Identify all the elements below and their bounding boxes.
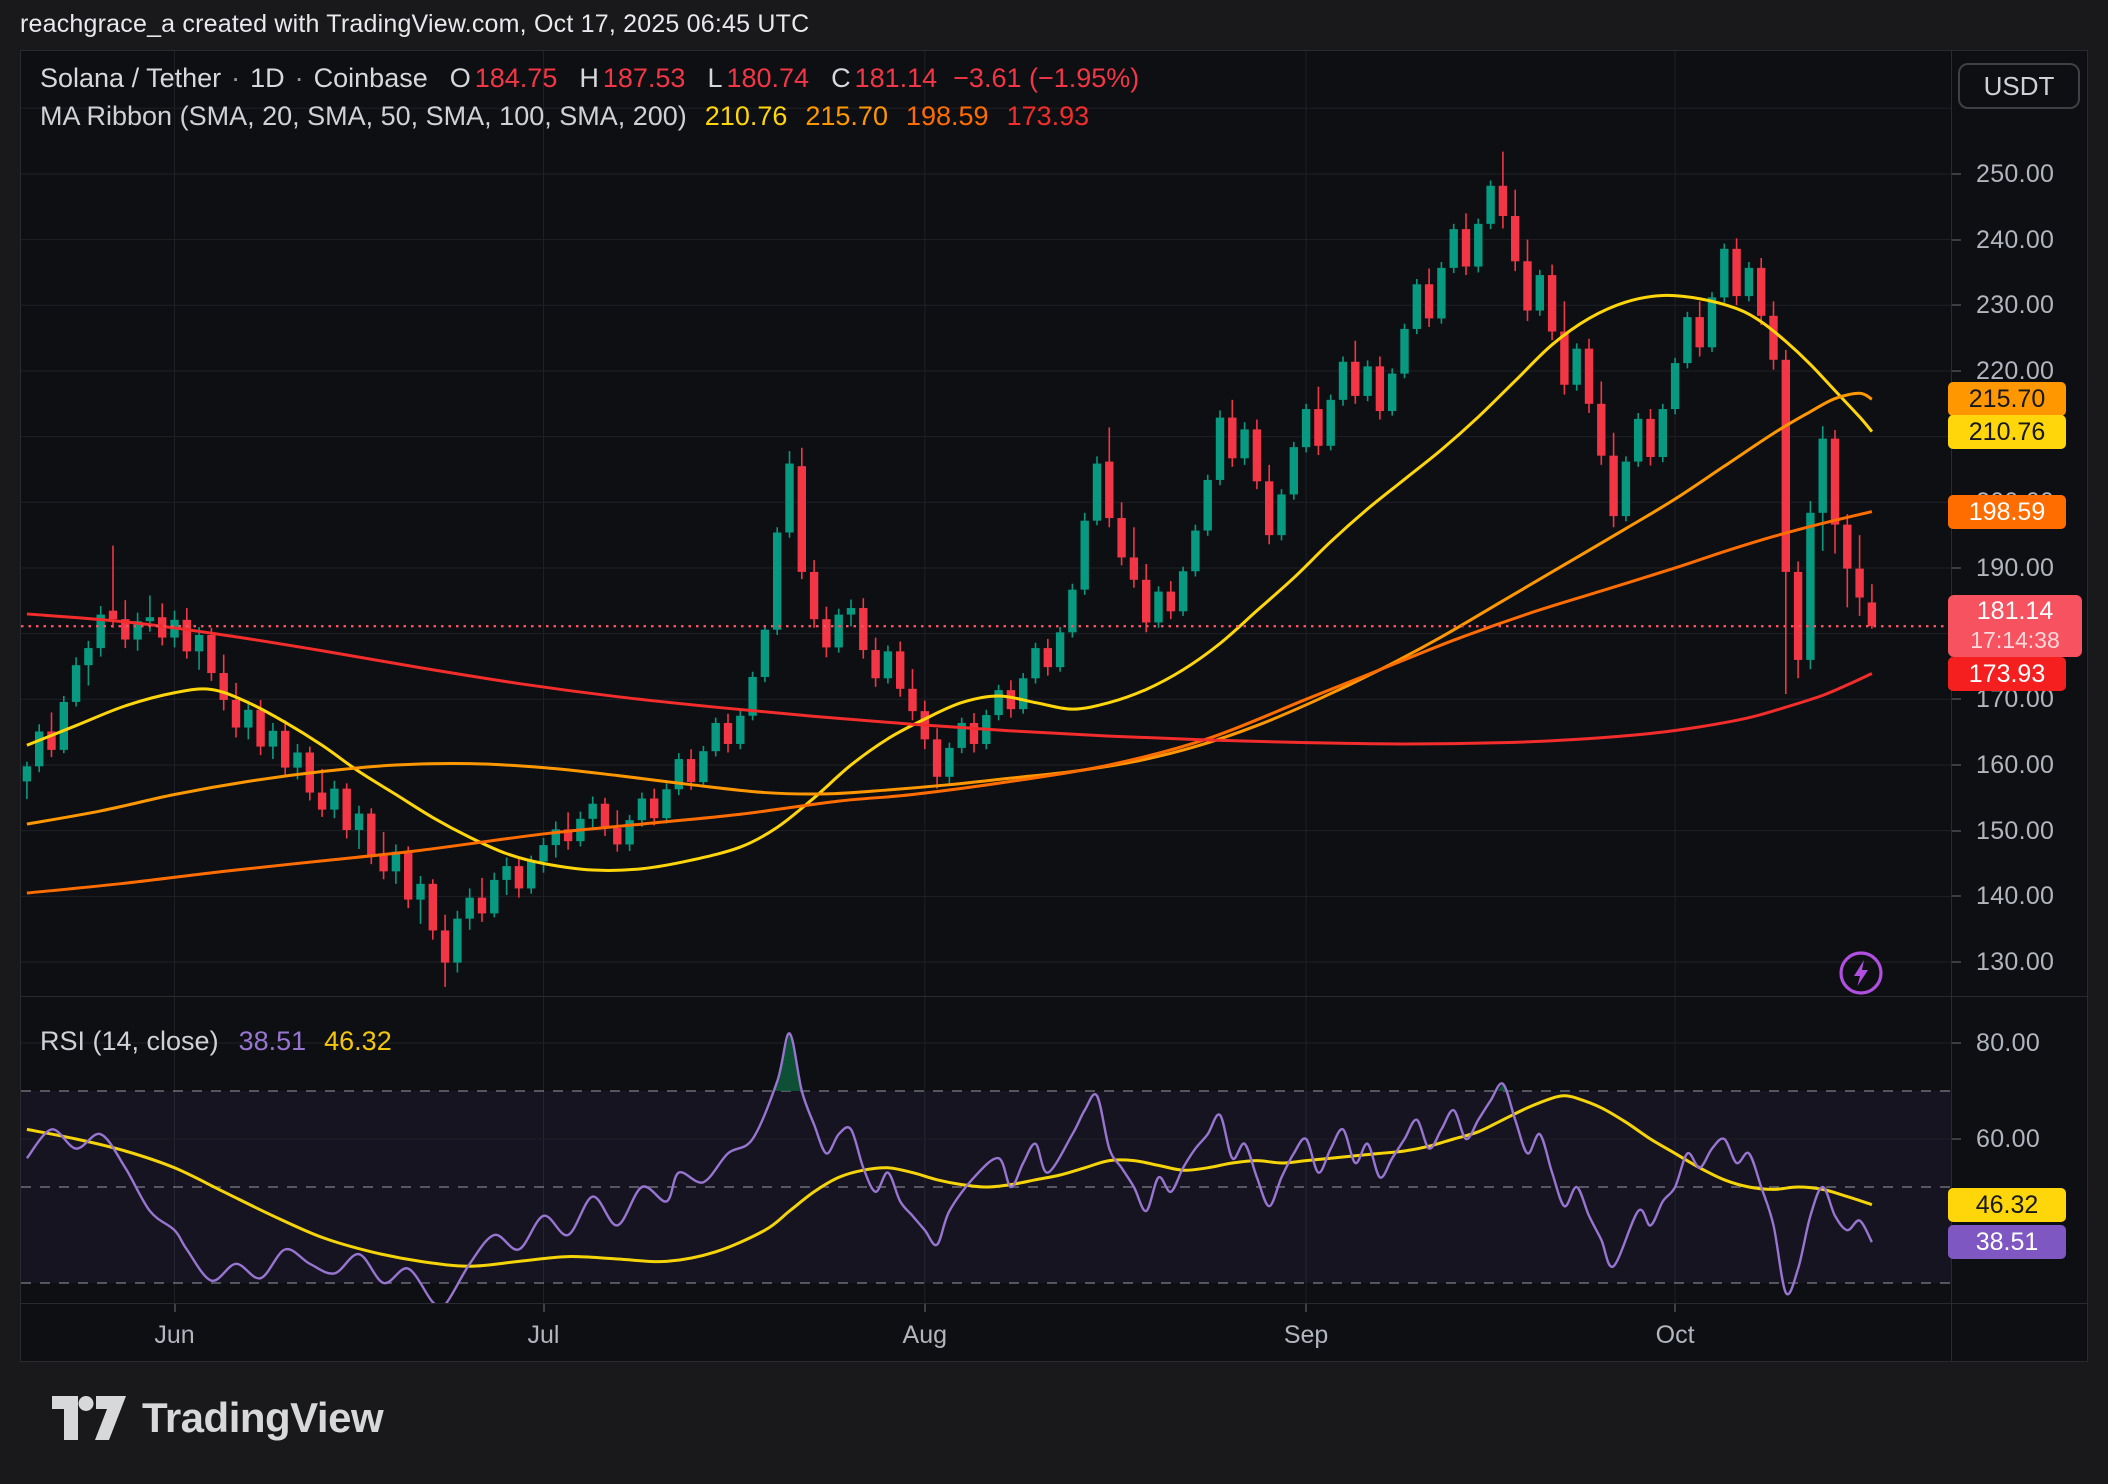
price-scale-label: 130.00 — [1976, 947, 2054, 977]
current-price-badge: 181.1417:14:38 — [1948, 595, 2082, 657]
sma200-value: 173.93 — [1007, 101, 1090, 132]
scale-tick — [1952, 239, 1961, 241]
exchange-label[interactable]: Coinbase — [314, 63, 428, 94]
scale-tick — [1952, 895, 1961, 897]
time-tick — [543, 1303, 545, 1312]
ohlc-open: O184.75 — [450, 63, 558, 94]
sma50-badge: 215.70 — [1948, 382, 2066, 416]
ohlc-low: L180.74 — [707, 63, 809, 94]
open-value: 184.75 — [475, 63, 558, 93]
scale-tick — [1952, 370, 1961, 372]
scale-tick — [1952, 1138, 1961, 1140]
rsi-ma-badge: 46.32 — [1948, 1188, 2066, 1222]
tradingview-logo[interactable]: TradingView — [52, 1390, 383, 1446]
brand-name: TradingView — [142, 1394, 383, 1442]
bar-countdown: 17:14:38 — [1948, 627, 2082, 653]
time-axis-label: Aug — [880, 1319, 970, 1351]
ohlc-high: H187.53 — [579, 63, 685, 94]
currency-unit-button[interactable]: USDT — [1958, 63, 2080, 109]
sma50-value: 215.70 — [805, 101, 888, 132]
tradingview-mark-icon — [52, 1396, 126, 1440]
scale-tick — [1952, 173, 1961, 175]
pane-divider[interactable] — [21, 996, 2087, 997]
attribution-text: reachgrace_a created with TradingView.co… — [20, 8, 809, 40]
price-scale-label: 150.00 — [1976, 816, 2054, 846]
time-axis-divider — [21, 1303, 2087, 1304]
sma100-badge: 198.59 — [1948, 495, 2066, 529]
sma200-badge: 173.93 — [1948, 657, 2066, 691]
current-price-value: 181.14 — [1948, 595, 2082, 627]
low-label: L — [707, 63, 722, 93]
price-scale-label: 190.00 — [1976, 553, 2054, 583]
time-tick — [1305, 1303, 1307, 1312]
scale-tick — [1952, 1042, 1961, 1044]
close-value: 181.14 — [855, 63, 938, 93]
high-value: 187.53 — [603, 63, 686, 93]
time-tick — [924, 1303, 926, 1312]
rsi-label[interactable]: RSI (14, close) — [40, 1026, 219, 1057]
scale-tick — [1952, 698, 1961, 700]
price-scale-label: 240.00 — [1976, 225, 2054, 255]
time-tick — [174, 1303, 176, 1312]
sma20-value: 210.76 — [705, 101, 788, 132]
scale-tick — [1952, 961, 1961, 963]
tradingview-share-screenshot: reachgrace_a created with TradingView.co… — [0, 0, 2108, 1484]
high-label: H — [579, 63, 599, 93]
ohlc-close: C181.14 — [831, 63, 937, 94]
ma-ribbon-legend: MA Ribbon (SMA, 20, SMA, 50, SMA, 100, S… — [40, 98, 1089, 134]
price-scale-label: 160.00 — [1976, 750, 2054, 780]
price-scale-label: 230.00 — [1976, 290, 2054, 320]
chart-frame: Solana / Tether · 1D · Coinbase O184.75 … — [20, 50, 2088, 1362]
price-scale-label: 250.00 — [1976, 159, 2054, 189]
lightning-boost-icon[interactable] — [1837, 949, 1885, 997]
rsi-legend: RSI (14, close) 38.51 46.32 — [40, 1024, 392, 1058]
symbol-legend: Solana / Tether · 1D · Coinbase O184.75 … — [40, 60, 1139, 96]
time-axis-label: Sep — [1261, 1319, 1351, 1351]
rsi-scale-label: 60.00 — [1976, 1124, 2040, 1154]
ma-ribbon-label[interactable]: MA Ribbon (SMA, 20, SMA, 50, SMA, 100, S… — [40, 101, 687, 132]
scale-tick — [1952, 567, 1961, 569]
separator-dot: · — [295, 63, 304, 94]
low-value: 180.74 — [726, 63, 809, 93]
price-scale[interactable]: USDT 250.00240.00230.00220.00200.00190.0… — [1951, 51, 2088, 1361]
time-tick — [1674, 1303, 1676, 1312]
time-axis-label: Jul — [499, 1319, 589, 1351]
time-axis-label: Jun — [130, 1319, 220, 1351]
time-axis-label: Oct — [1630, 1319, 1720, 1351]
scale-tick — [1952, 830, 1961, 832]
close-label: C — [831, 63, 851, 93]
price-scale-label: 140.00 — [1976, 881, 2054, 911]
rsi-ma-value: 46.32 — [324, 1026, 392, 1057]
symbol-title[interactable]: Solana / Tether — [40, 63, 221, 94]
rsi-scale-label: 80.00 — [1976, 1028, 2040, 1058]
rsi-badge: 38.51 — [1948, 1225, 2066, 1259]
open-label: O — [450, 63, 471, 93]
interval-label[interactable]: 1D — [250, 63, 285, 94]
sma100-value: 198.59 — [906, 101, 989, 132]
sma20-badge: 210.76 — [1948, 415, 2066, 449]
rsi-value: 38.51 — [239, 1026, 307, 1057]
scale-tick — [1952, 304, 1961, 306]
price-chart[interactable] — [21, 51, 1951, 996]
separator-dot: · — [231, 63, 240, 94]
scale-tick — [1952, 764, 1961, 766]
change-value: −3.61 (−1.95%) — [953, 63, 1139, 94]
